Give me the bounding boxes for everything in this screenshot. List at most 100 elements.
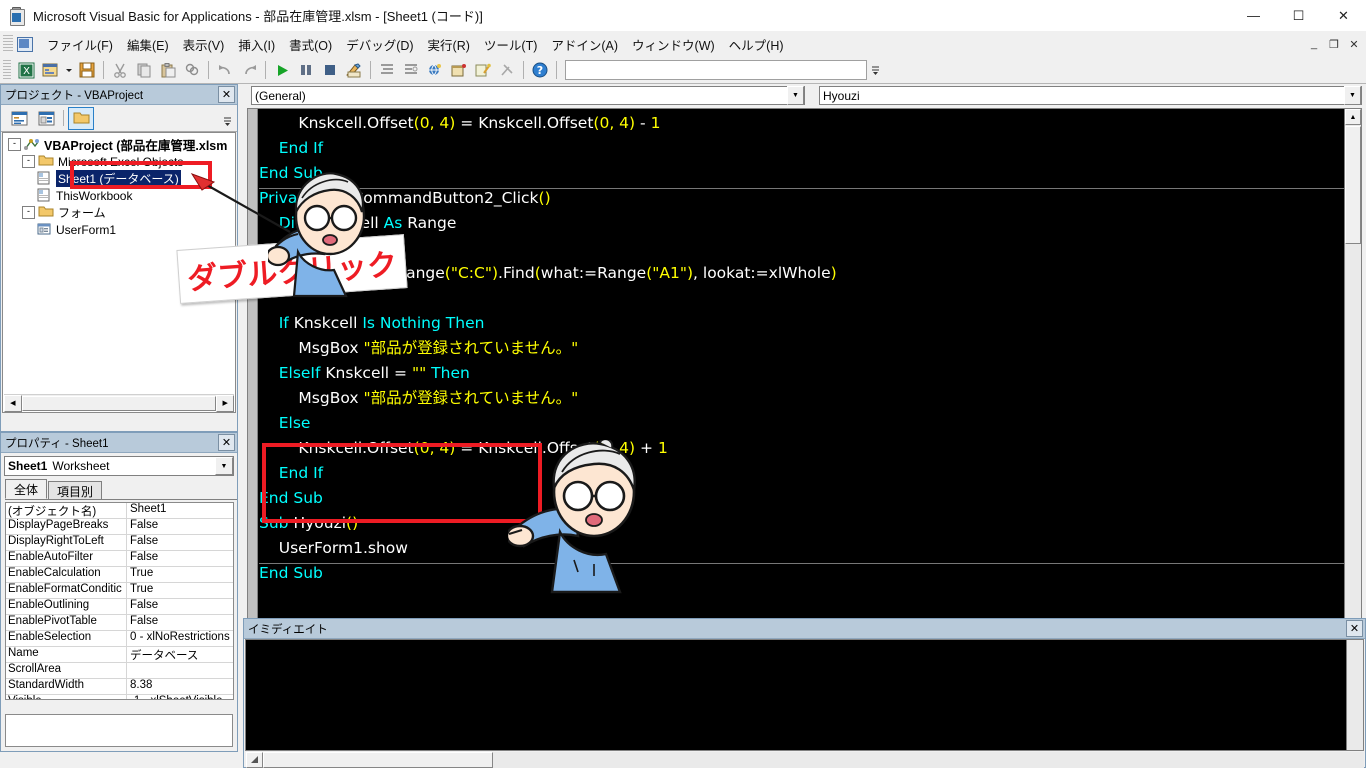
object-combo[interactable]: (General) ▼ [251,86,805,105]
undo-icon[interactable] [214,59,236,81]
property-value[interactable]: 8.38 [127,679,233,694]
property-value[interactable]: -1 - xlSheetVisible [127,695,233,699]
menu-help[interactable]: ヘルプ(H) [722,32,791,57]
toolbar-grip-handle[interactable] [3,60,11,80]
code-line[interactable]: UserForm1.show [259,536,1344,561]
insert-userform-icon[interactable] [39,59,61,81]
code-line[interactable]: Set Knskcell = Range("C:C").Find(what:=R… [259,261,1344,286]
code-line[interactable]: End Sub [259,561,1344,586]
menu-window[interactable]: ウィンドウ(W) [625,32,722,57]
misc-icon[interactable] [496,59,518,81]
code-line[interactable]: Else [259,411,1344,436]
table-row[interactable]: EnableOutlining False [6,599,233,615]
reset-icon[interactable] [319,59,341,81]
tab-categorized[interactable]: 項目別 [48,481,103,499]
tree-item-forms[interactable]: - フォーム [3,204,235,221]
code-line[interactable]: MsgBox "部品が登録されていません。" [259,386,1344,411]
code-line[interactable] [259,236,1344,261]
mdi-close-button[interactable]: ✕ [1344,33,1364,55]
hscroll-thumb[interactable] [263,751,493,768]
chevron-down-icon[interactable]: ▼ [1344,86,1361,105]
table-row[interactable]: EnablePivotTable False [6,615,233,631]
property-value[interactable]: False [127,599,233,614]
properties-close-button[interactable]: ✕ [218,434,235,451]
table-row[interactable]: ScrollArea [6,663,233,679]
run-icon[interactable] [271,59,293,81]
digital-signature-icon[interactable] [472,59,494,81]
code-line[interactable]: Private Sub CommandButton2_Click() [259,186,1344,211]
table-row[interactable]: Name データベース [6,647,233,663]
property-value[interactable]: True [127,567,233,582]
code-line[interactable]: Dim Knskcell As Range [259,211,1344,236]
code-line[interactable]: End Sub [259,486,1344,511]
code-line[interactable] [259,286,1344,311]
minimize-button[interactable]: — [1231,0,1276,31]
menu-insert[interactable]: 挿入(I) [231,32,282,57]
menu-grip-handle[interactable] [3,35,13,53]
property-value[interactable]: False [127,535,233,550]
help-icon[interactable]: ? [529,59,551,81]
mdi-minimize-button[interactable]: _ [1304,33,1324,55]
code-line[interactable]: Knskcell.Offset(0, 4) = Knskcell.Offset(… [259,436,1344,461]
immediate-content[interactable] [245,639,1364,751]
redo-icon[interactable] [238,59,260,81]
table-row[interactable]: Visible-1 - xlSheetVisible [6,695,233,699]
immediate-vscrollbar[interactable] [1346,640,1363,750]
copy-icon[interactable] [133,59,155,81]
view-excel-icon[interactable]: X [15,59,37,81]
chevron-down-icon[interactable]: ▼ [215,457,233,475]
tree-item-vbaproject[interactable]: - VBAProject (部品在庫管理.xlsm [3,136,235,153]
view-object-icon[interactable] [34,108,58,129]
expander-icon[interactable]: - [8,138,21,151]
code-line[interactable]: If Knskcell Is Nothing Then [259,311,1344,336]
property-value[interactable]: False [127,519,233,534]
vscroll-thumb[interactable] [1345,126,1361,244]
toolbar-overflow-icon[interactable] [869,60,881,80]
table-row[interactable]: (オブジェクト名) Sheet1 [6,503,233,519]
hscroll-thumb[interactable] [21,395,217,411]
table-row[interactable]: EnableFormatConditic True [6,583,233,599]
expander-icon[interactable]: - [22,206,35,219]
properties-grid[interactable]: (オブジェクト名) Sheet1 DisplayPageBreaks False D… [5,502,234,700]
properties-object-combo[interactable]: Sheet1 Worksheet ▼ [4,456,234,476]
table-row[interactable]: DisplayPageBreaks False [6,519,233,535]
insert-dropdown-icon[interactable] [63,59,74,81]
view-code-icon[interactable] [7,108,31,129]
menu-addins[interactable]: アドイン(A) [544,32,625,57]
toolbox-icon[interactable] [448,59,470,81]
menu-tools[interactable]: ツール(T) [477,32,544,57]
property-value[interactable]: 0 - xlNoRestrictions [127,631,233,646]
table-row[interactable]: EnableCalculation True [6,567,233,583]
tree-item-thisworkbook[interactable]: ThisWorkbook [3,187,235,204]
code-line[interactable]: Sub Hyouzi() [259,511,1344,536]
table-row[interactable]: EnableSelection 0 - xlNoRestrictions [6,631,233,647]
tree-item-excel-objects[interactable]: - Microsoft Excel Objects [3,153,235,170]
table-row[interactable]: StandardWidth 8.38 [6,679,233,695]
toggle-folders-icon[interactable] [68,106,94,130]
paste-icon[interactable] [157,59,179,81]
cut-icon[interactable] [109,59,131,81]
design-mode-icon[interactable] [343,59,365,81]
mdi-restore-button[interactable]: ❐ [1324,33,1344,55]
toolbar-text-field[interactable] [565,60,867,80]
object-browser-icon[interactable] [424,59,446,81]
property-value[interactable]: True [127,583,233,598]
code-line[interactable]: End If [259,461,1344,486]
code-line[interactable]: End Sub [259,161,1344,186]
code-line[interactable]: ElseIf Knskcell = "" Then [259,361,1344,386]
tree-item-sheet1[interactable]: Sheet1 (データベース) [3,170,235,187]
menu-view[interactable]: 表示(V) [176,32,232,57]
code-line[interactable]: End If [259,136,1344,161]
project-tree-hscrollbar[interactable]: ◀ ▶ [4,394,234,412]
maximize-button[interactable]: ☐ [1276,0,1321,31]
project-explorer-close-button[interactable]: ✕ [218,86,235,103]
code-line[interactable]: Knskcell.Offset(0, 4) = Knskcell.Offset(… [259,111,1344,136]
scroll-up-icon[interactable]: ▲ [1345,109,1361,125]
immediate-hscrollbar[interactable] [245,751,1364,768]
property-value[interactable]: False [127,551,233,566]
code-line[interactable]: MsgBox "部品が登録されていません。" [259,336,1344,361]
tree-item-userform1[interactable]: UserForm1 [3,221,235,238]
menu-run[interactable]: 実行(R) [421,32,477,57]
table-row[interactable]: DisplayRightToLeft False [6,535,233,551]
menu-edit[interactable]: 編集(E) [120,32,176,57]
